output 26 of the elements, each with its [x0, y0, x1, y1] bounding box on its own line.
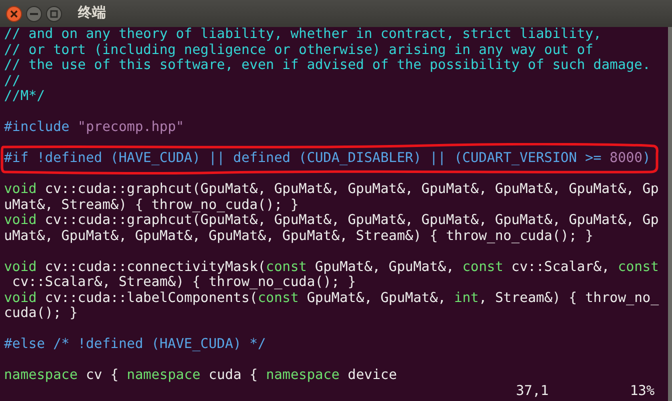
minimize-icon — [30, 12, 38, 14]
code-line: //M*/ — [4, 89, 45, 104]
code-line: #if !defined (HAVE_CUDA) || defined (CUDA_DISABLER) || (CUDART_VERSION >= 8000) — [4, 151, 651, 166]
maximize-icon — [50, 10, 58, 18]
code-line: namespace cv { namespace cuda { namespace device — [4, 368, 397, 384]
code-line: uMat&, Stream&) { throw_no_cuda(); } — [4, 198, 299, 213]
maximize-button[interactable] — [46, 6, 62, 22]
code-line: uMat&, GpuMat&, GpuMat&, GpuMat&, GpuMat&, Stream&) { throw_no_cuda(); } — [4, 228, 594, 244]
code-line: void cv::cuda::graphcut(GpuMat&, GpuMat&, GpuMat&, GpuMat&, GpuMat&, GpuMat&, Gp — [4, 213, 659, 228]
code-line: void cv::cuda::connectivityMask(const GpuMat&, GpuMat&, const cv::Scalar&, const — [4, 260, 659, 275]
code-line: // the use of this software, even if advised of the possibility of such damage. — [4, 58, 651, 74]
code-line: // and on any theory of liability, whether in contract, strict liability, — [4, 27, 602, 42]
scroll-percent: 13% — [630, 384, 655, 399]
minimize-button[interactable] — [26, 6, 42, 22]
code-line: cv::Scalar&, Stream&) { throw_no_cuda(); } — [11, 275, 356, 290]
code-line: // — [4, 74, 20, 89]
cursor-position: 37,1 — [516, 384, 550, 399]
close-button[interactable] — [6, 6, 22, 22]
code-line: #include "precomp.hpp" — [4, 120, 184, 136]
close-icon — [10, 10, 18, 18]
code-line: #else /* !defined (HAVE_CUDA) */ — [4, 337, 266, 352]
window-title: 终端 — [78, 4, 106, 23]
code-line: void cv::cuda::graphcut(GpuMat&, GpuMat&, GpuMat&, GpuMat&, GpuMat&, GpuMat&, Gp — [4, 182, 659, 198]
code-line: void cv::cuda::labelComponents(const GpuMat&, GpuMat&, int, Stream&) { throw_no_ — [4, 290, 659, 306]
code-line: cuda(); } — [4, 306, 78, 322]
code-line: // or tort (including negligence or otherwise) arising in any way out of — [4, 42, 594, 58]
